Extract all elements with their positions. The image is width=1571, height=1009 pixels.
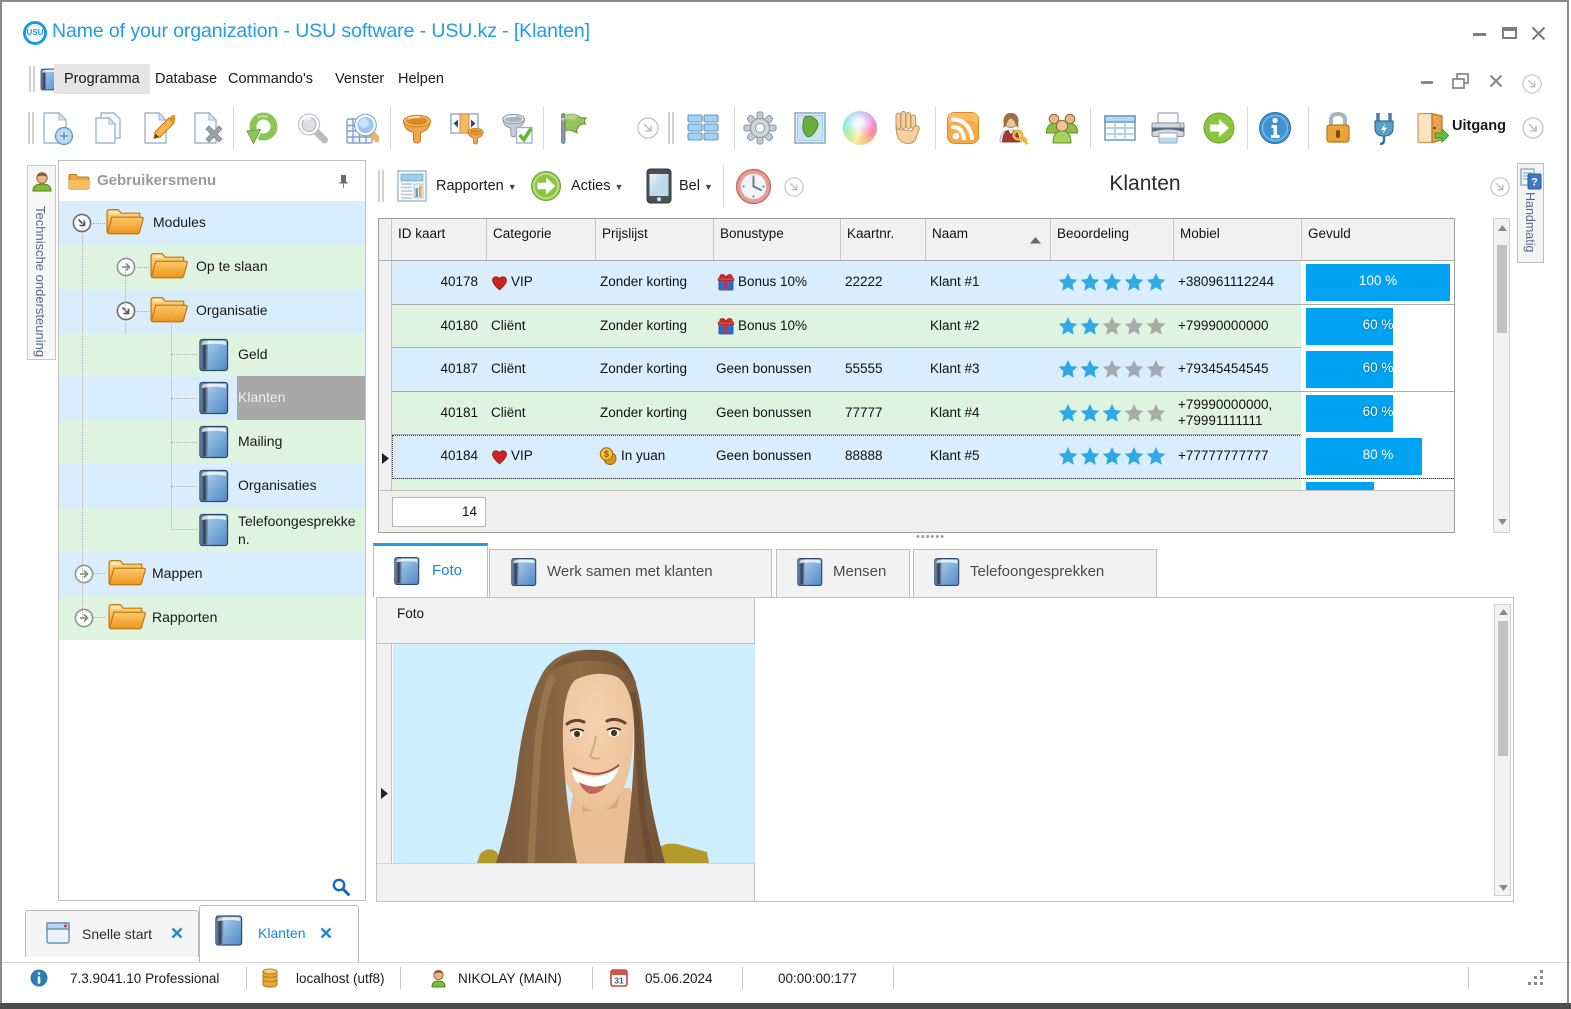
svg-text:?: ? bbox=[1531, 177, 1538, 189]
svg-text:31: 31 bbox=[614, 976, 624, 986]
